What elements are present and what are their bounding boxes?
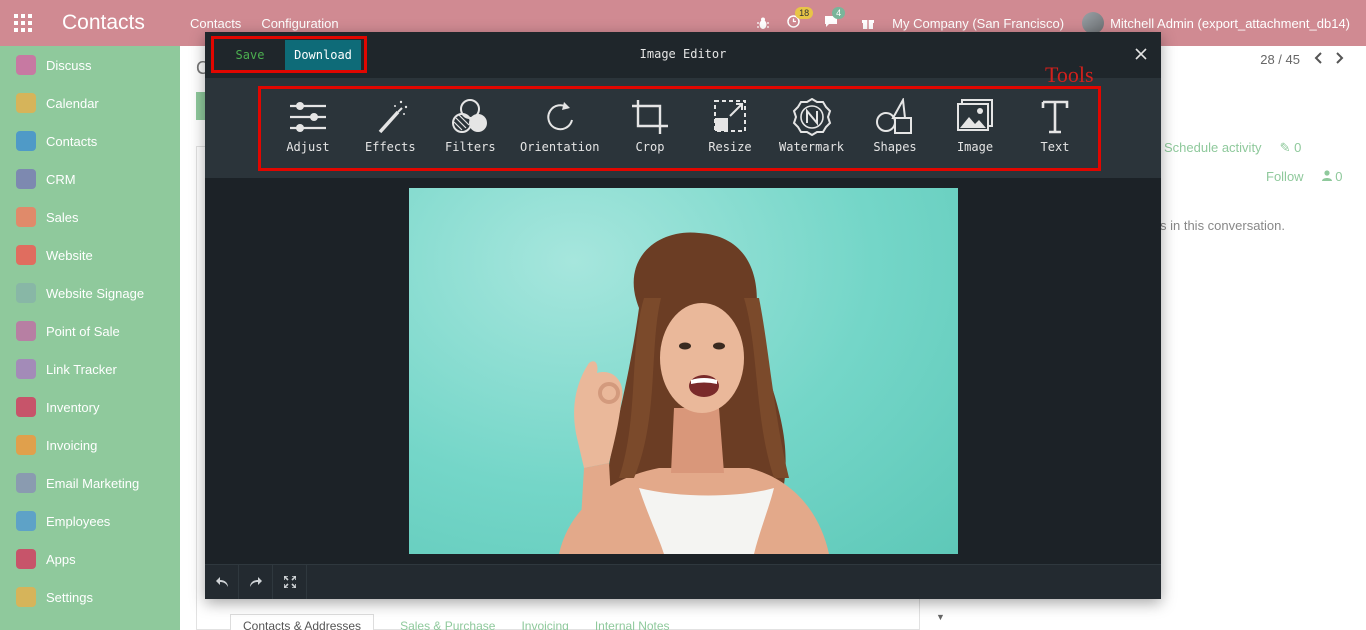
- sidebar-item-apps[interactable]: Apps: [0, 540, 180, 578]
- chevron-left-icon[interactable]: [1314, 52, 1322, 67]
- app-icon: [16, 283, 36, 303]
- app-icon: [16, 207, 36, 227]
- app-icon: [16, 169, 36, 189]
- chatter-actions: Schedule activity ✎ 0: [1164, 140, 1301, 156]
- sidebar-item-link-tracker[interactable]: Link Tracker: [0, 350, 180, 388]
- sidebar-item-invoicing[interactable]: Invoicing: [0, 426, 180, 464]
- sidebar-item-label: CRM: [46, 171, 76, 187]
- sidebar-item-contacts[interactable]: Contacts: [0, 122, 180, 160]
- conversation-note: s in this conversation.: [1160, 218, 1286, 233]
- sidebar-item-label: Website Signage: [46, 285, 145, 301]
- app-icon: [16, 511, 36, 531]
- sidebar-item-label: Apps: [46, 551, 76, 567]
- sidebar-item-label: Inventory: [46, 399, 100, 415]
- sidebar-item-label: Contacts: [46, 133, 98, 149]
- messages-button[interactable]: 4: [824, 7, 846, 31]
- followers-count: 0: [1335, 169, 1343, 184]
- sidebar-item-point-of-sale[interactable]: Point of Sale: [0, 312, 180, 350]
- top-menu: Contacts Configuration: [190, 16, 339, 31]
- paperclip-icon: ✎: [1279, 140, 1291, 155]
- app-icon: [16, 131, 36, 151]
- chevron-right-icon[interactable]: [1336, 52, 1344, 67]
- edited-photo: [409, 188, 958, 554]
- sidebar-item-website-signage[interactable]: Website Signage: [0, 274, 180, 312]
- menu-contacts[interactable]: Contacts: [190, 16, 241, 31]
- pager: 28 / 45: [1260, 52, 1344, 67]
- sidebar-item-label: Employees: [46, 513, 111, 529]
- app-icon: [16, 587, 36, 607]
- app-icon: [16, 245, 36, 265]
- tools-highlight: [258, 86, 1101, 171]
- sidebar-item-crm[interactable]: CRM: [0, 160, 180, 198]
- sidebar-item-label: Discuss: [46, 57, 92, 73]
- fullscreen-icon[interactable]: [273, 565, 307, 599]
- tab-internal-notes[interactable]: Internal Notes: [595, 614, 670, 630]
- sidebar-item-calendar[interactable]: Calendar: [0, 84, 180, 122]
- app-sidebar: Discuss Calendar Contacts CRM Sales Website We…: [0, 46, 180, 630]
- sidebar-item-discuss[interactable]: Discuss: [0, 46, 180, 84]
- user-icon: [1321, 169, 1336, 184]
- sidebar-item-label: Point of Sale: [46, 323, 120, 339]
- sidebar-item-label: Email Marketing: [46, 475, 140, 491]
- sidebar-item-label: Link Tracker: [46, 361, 117, 377]
- avatar: [1082, 12, 1105, 34]
- sidebar-item-employees[interactable]: Employees: [0, 502, 180, 540]
- sidebar-item-label: Calendar: [46, 95, 99, 111]
- attachments-button[interactable]: ✎ 0: [1280, 140, 1302, 156]
- pager-value: 28 / 45: [1260, 52, 1300, 67]
- attachments-count: 0: [1294, 140, 1302, 155]
- close-icon[interactable]: [1135, 43, 1147, 66]
- messages-badge: 4: [832, 7, 846, 19]
- app-icon: [16, 93, 36, 113]
- image-editor-modal: Save Download Image Editor Adjust Effect…: [205, 32, 1161, 599]
- tools-annotation: Tools: [1045, 62, 1094, 87]
- sidebar-item-inventory[interactable]: Inventory: [0, 388, 180, 426]
- followers-button[interactable]: 0: [1321, 169, 1343, 184]
- editor-canvas: [205, 178, 1161, 564]
- follow-button[interactable]: Follow: [1266, 169, 1304, 184]
- sidebar-item-email-marketing[interactable]: Email Marketing: [0, 464, 180, 502]
- tab-invoicing[interactable]: Invoicing: [521, 614, 568, 630]
- apps-menu-icon[interactable]: [0, 0, 46, 46]
- user-name: Mitchell Admin (export_attachment_db14): [1110, 15, 1350, 31]
- activity-badge: 18: [795, 7, 814, 19]
- sidebar-item-settings[interactable]: Settings: [0, 578, 180, 616]
- sidebar-item-label: Invoicing: [46, 437, 98, 453]
- form-tabs: Contacts & Addresses Sales & Purchase In…: [230, 614, 670, 630]
- editor-footer: [205, 564, 1161, 599]
- company-switcher[interactable]: My Company (San Francisco): [892, 16, 1064, 31]
- app-icon: [16, 55, 36, 75]
- scroll-down-arrow-icon[interactable]: ▼: [936, 612, 945, 622]
- gift-icon[interactable]: [862, 17, 875, 30]
- app-title[interactable]: Contacts: [62, 11, 190, 35]
- bug-icon[interactable]: [757, 17, 770, 30]
- app-icon: [16, 397, 36, 417]
- redo-icon[interactable]: [239, 565, 273, 599]
- app-icon: [16, 359, 36, 379]
- user-menu[interactable]: Mitchell Admin (export_attachment_db14): [1082, 12, 1350, 34]
- app-icon: [16, 549, 36, 569]
- sidebar-item-website[interactable]: Website: [0, 236, 180, 274]
- header-buttons-highlight: [211, 36, 367, 73]
- app-icon: [16, 321, 36, 341]
- app-icon: [16, 473, 36, 493]
- sidebar-item-label: Settings: [46, 589, 93, 605]
- undo-icon[interactable]: [205, 565, 239, 599]
- sidebar-item-label: Sales: [46, 209, 79, 225]
- tab-contacts-addresses[interactable]: Contacts & Addresses: [230, 614, 375, 630]
- schedule-activity-button[interactable]: Schedule activity: [1164, 140, 1262, 156]
- activity-button[interactable]: 18: [787, 7, 814, 31]
- menu-configuration[interactable]: Configuration: [261, 16, 338, 31]
- sidebar-item-label: Website: [46, 247, 93, 263]
- follow-actions: Follow 0: [1266, 169, 1342, 184]
- tab-sales-purchase[interactable]: Sales & Purchase: [400, 614, 495, 630]
- app-icon: [16, 435, 36, 455]
- sidebar-item-sales[interactable]: Sales: [0, 198, 180, 236]
